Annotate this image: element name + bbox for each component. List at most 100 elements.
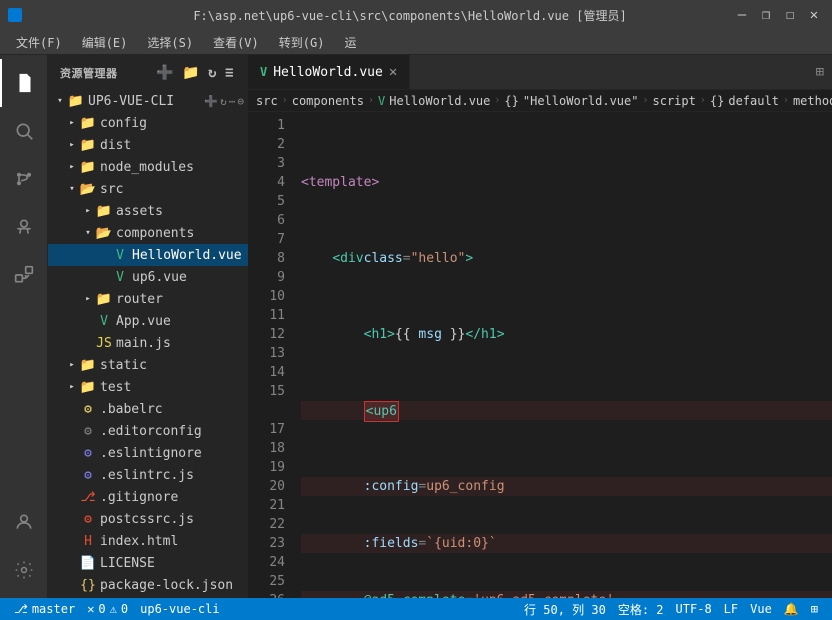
up6-tag-highlight: <up6 — [364, 401, 399, 422]
activity-explorer[interactable] — [0, 59, 48, 107]
tree-refresh-icon[interactable]: ↻ — [220, 95, 227, 108]
tree-item-editorconfig[interactable]: ▸ ⚙ .editorconfig — [48, 420, 248, 442]
menu-file[interactable]: 文件(F) — [8, 32, 70, 53]
tree-collapse-icon[interactable]: ⊖ — [237, 95, 244, 108]
tree-label-license: LICENSE — [100, 556, 155, 571]
activity-search[interactable] — [0, 107, 48, 155]
tree-item-root[interactable]: ▾ 📁 UP6-VUE-CLI ➕ ↻ ⋯ ⊖ — [48, 90, 248, 112]
status-encoding[interactable]: UTF-8 — [670, 598, 718, 620]
tree-label-main: main.js — [116, 336, 171, 351]
tree-item-test[interactable]: ▸ 📁 test — [48, 376, 248, 398]
status-position[interactable]: 行 50, 列 30 — [518, 598, 612, 620]
git-branch-icon: ⎇ — [14, 602, 28, 616]
tree-more-icon[interactable]: ⋯ — [229, 95, 236, 108]
tree-item-eslintignore[interactable]: ▸ ⚙ .eslintignore — [48, 442, 248, 464]
breadcrumb-sep3: › — [494, 95, 500, 106]
tree-item-assets[interactable]: ▸ 📁 assets — [48, 200, 248, 222]
folder-src-icon: 📂 — [80, 181, 96, 197]
status-bell[interactable]: 🔔 — [778, 598, 805, 620]
close-button[interactable]: ✕ — [804, 5, 824, 25]
tree-item-static[interactable]: ▸ 📁 static — [48, 354, 248, 376]
menu-goto[interactable]: 转到(G) — [271, 32, 333, 53]
breadcrumb-sep6: › — [783, 95, 789, 106]
tree-item-helloworld[interactable]: ▸ V HelloWorld.vue — [48, 244, 248, 266]
tab-close-button[interactable]: ✕ — [389, 65, 397, 79]
split-editor-button[interactable]: ⊞ — [808, 55, 832, 89]
tree-item-main[interactable]: ▸ JS main.js — [48, 332, 248, 354]
tree-item-router[interactable]: ▸ 📁 router — [48, 288, 248, 310]
minimize-button[interactable]: — — [732, 5, 752, 25]
tab-helloworld[interactable]: V HelloWorld.vue ✕ — [248, 55, 410, 89]
tree-label-dist: dist — [100, 138, 131, 153]
menu-select[interactable]: 选择(S) — [139, 32, 201, 53]
breadcrumb-components[interactable]: components — [292, 94, 364, 108]
activity-git[interactable] — [0, 155, 48, 203]
new-folder-icon[interactable]: 📁 — [180, 63, 202, 83]
breadcrumb-brackets2[interactable]: {} — [710, 94, 724, 108]
menu-edit[interactable]: 编辑(E) — [74, 32, 136, 53]
tree-arrow-src: ▾ — [64, 181, 80, 197]
new-file-icon[interactable]: ➕ — [154, 63, 176, 83]
code-editor[interactable]: 1 2 3 4 5 6 7 8 9 10 11 12 13 14 15 17 1… — [248, 112, 832, 598]
tree-label-babelrc: .babelrc — [100, 402, 163, 417]
tree-item-eslintrc[interactable]: ▸ ⚙ .eslintrc.js — [48, 464, 248, 486]
tree-arrow-test: ▸ — [64, 379, 80, 395]
tree-arrow-dist: ▸ — [64, 137, 80, 153]
breadcrumb-vue-icon: V — [378, 94, 385, 108]
activity-extensions[interactable] — [0, 251, 48, 299]
tree-item-babelrc[interactable]: ▸ ⚙ .babelrc — [48, 398, 248, 420]
activity-debug[interactable] — [0, 203, 48, 251]
file-license-icon: 📄 — [80, 555, 96, 571]
menu-view[interactable]: 查看(V) — [205, 32, 267, 53]
status-active-file[interactable]: up6-vue-cli — [134, 598, 225, 620]
error-count: 0 — [98, 602, 105, 616]
tree-arrow-assets: ▸ — [80, 203, 96, 219]
breadcrumb-src[interactable]: src — [256, 94, 278, 108]
tree-item-up6vue[interactable]: ▸ V up6.vue — [48, 266, 248, 288]
title-bar-title: F:\asp.net\up6-vue-cli\src\components\He… — [88, 7, 732, 24]
tree-item-node-modules[interactable]: ▸ 📁 node_modules — [48, 156, 248, 178]
tree-item-components[interactable]: ▾ 📂 components — [48, 222, 248, 244]
breadcrumb-brackets[interactable]: {} — [504, 94, 518, 108]
menu-run[interactable]: 运 — [336, 32, 364, 53]
folder-node-modules-icon: 📁 — [80, 159, 96, 175]
tree-item-app[interactable]: ▸ V App.vue — [48, 310, 248, 332]
status-language[interactable]: Vue — [744, 598, 778, 620]
tree-item-indexhtml[interactable]: ▸ H index.html — [48, 530, 248, 552]
tree-label-postcssrc: postcssrc.js — [100, 512, 194, 527]
status-branch[interactable]: ⎇ master — [8, 598, 81, 620]
tree-label-eslintignore: .eslintignore — [100, 446, 202, 461]
breadcrumb-sep4: › — [642, 95, 648, 106]
line-numbers: 1 2 3 4 5 6 7 8 9 10 11 12 13 14 15 17 1… — [248, 112, 293, 598]
status-line-ending[interactable]: LF — [718, 598, 744, 620]
refresh-icon[interactable]: ↻ — [206, 63, 219, 83]
tree-item-pkg[interactable]: ▸ {} package.json — [48, 596, 248, 598]
restore-button[interactable]: ❐ — [756, 5, 776, 25]
activity-account[interactable] — [0, 498, 48, 546]
maximize-button[interactable]: ☐ — [780, 5, 800, 25]
status-layout[interactable]: ⊞ — [805, 598, 824, 620]
tree-label-app: App.vue — [116, 314, 171, 329]
tree-arrow-router: ▸ — [80, 291, 96, 307]
breadcrumb-methods[interactable]: methods — [793, 94, 832, 108]
tree-item-license[interactable]: ▸ 📄 LICENSE — [48, 552, 248, 574]
file-indexhtml-icon: H — [80, 533, 96, 549]
collapse-icon[interactable]: ≡ — [223, 63, 236, 83]
status-spaces[interactable]: 空格: 2 — [612, 598, 670, 620]
spaces-label: 空格: 2 — [618, 601, 664, 618]
breadcrumb-default[interactable]: default — [728, 94, 779, 108]
tree-item-gitignore[interactable]: ▸ ⎇ .gitignore — [48, 486, 248, 508]
tree-new-icon[interactable]: ➕ — [204, 95, 218, 108]
tree-item-postcssrc[interactable]: ▸ ⚙ postcssrc.js — [48, 508, 248, 530]
code-content[interactable]: <template> <div class="hello"> <h1>{{ ms… — [293, 112, 832, 598]
tree-item-dist[interactable]: ▸ 📁 dist — [48, 134, 248, 156]
status-errors[interactable]: ✕ 0 ⚠ 0 — [81, 598, 134, 620]
breadcrumb-script[interactable]: script — [653, 94, 696, 108]
activity-settings[interactable] — [0, 546, 48, 594]
tree-item-src[interactable]: ▾ 📂 src — [48, 178, 248, 200]
file-app-icon: V — [96, 313, 112, 329]
tree-item-config[interactable]: ▸ 📁 config — [48, 112, 248, 134]
breadcrumb-helloworld2[interactable]: "HelloWorld.vue" — [523, 94, 639, 108]
tree-item-pkglock[interactable]: ▸ {} package-lock.json — [48, 574, 248, 596]
breadcrumb-helloworld[interactable]: HelloWorld.vue — [389, 94, 490, 108]
